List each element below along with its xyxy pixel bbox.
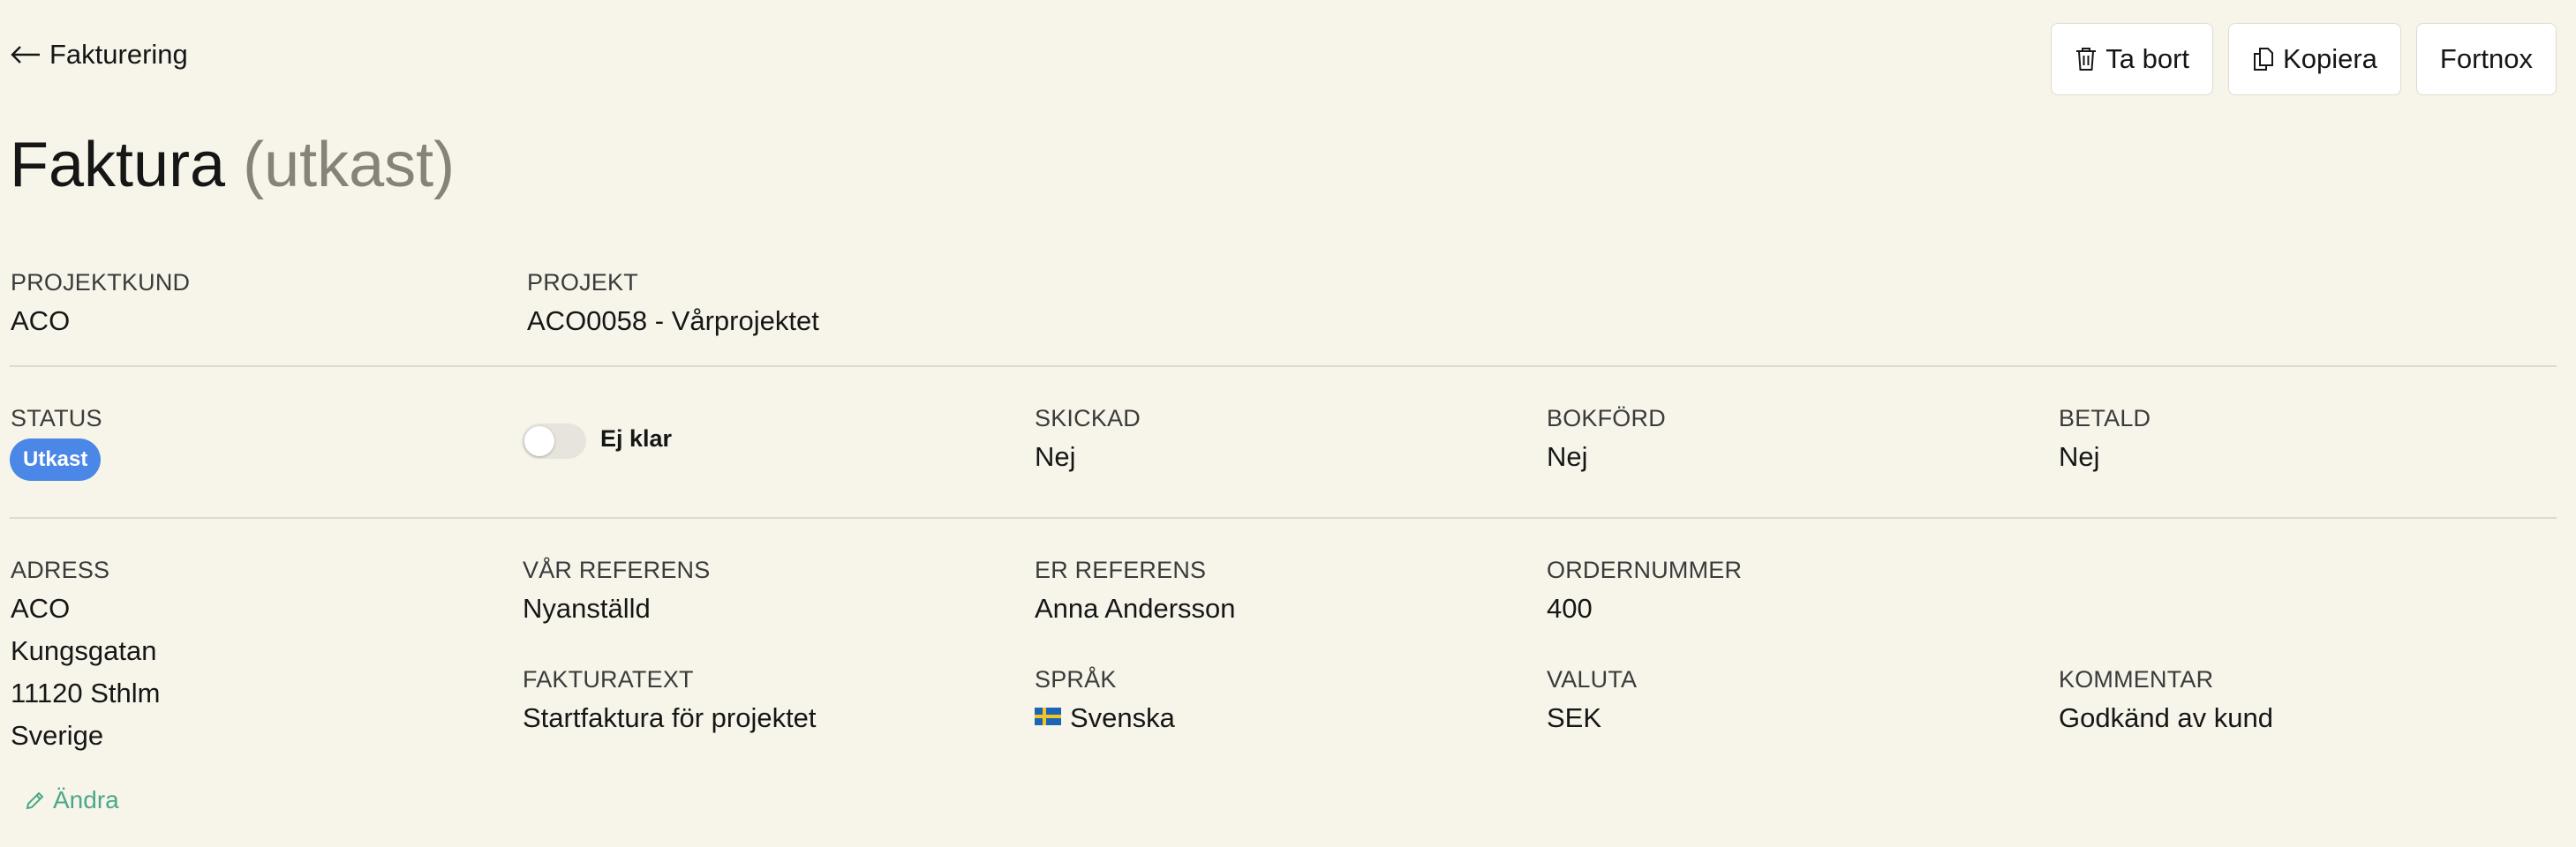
ready-toggle[interactable] <box>522 424 586 459</box>
action-toolbar: Ta bort Kopiera Fortnox <box>2051 23 2557 95</box>
invoice-page: Fakturering Ta bort Kopiera Fortnox Fakt… <box>0 0 2576 847</box>
customer-value: ACO <box>11 305 71 336</box>
page-title: Faktura (utkast) <box>10 125 455 205</box>
your-reference-value: Anna Andersson <box>1035 593 1236 624</box>
copy-button-label: Kopiera <box>2283 43 2377 74</box>
address-line: Kungsgatan <box>11 635 157 666</box>
fortnox-button[interactable]: Fortnox <box>2415 23 2557 95</box>
trash-icon <box>2075 46 2098 72</box>
edit-link[interactable]: Ändra <box>25 786 119 814</box>
order-number-label: ORDERNUMMER <box>1547 557 1743 583</box>
section-divider <box>10 517 2557 519</box>
back-link-label: Fakturering <box>49 39 188 70</box>
invoice-text-label: FAKTURATEXT <box>523 666 694 693</box>
paid-label: BETALD <box>2059 405 2151 431</box>
our-reference-value: Nyanställd <box>523 593 651 624</box>
fortnox-button-label: Fortnox <box>2439 43 2533 74</box>
language-value-text: Svenska <box>1070 702 1175 733</box>
page-title-main: Faktura <box>10 130 226 200</box>
arrow-left-icon <box>11 45 41 64</box>
comment-label: KOMMENTAR <box>2059 666 2214 693</box>
paid-value: Nej <box>2059 441 2100 472</box>
your-reference-label: ER REFERENS <box>1035 557 1207 583</box>
sweden-flag-icon <box>1035 708 1061 725</box>
order-number-value: 400 <box>1547 593 1593 624</box>
project-label: PROJEKT <box>527 269 638 296</box>
address-line: 11120 Sthlm <box>11 678 161 708</box>
language-value: Svenska <box>1035 702 1175 734</box>
sent-label: SKICKAD <box>1035 405 1141 431</box>
address-line: ACO <box>11 593 71 624</box>
section-divider <box>10 365 2557 367</box>
booked-value: Nej <box>1547 441 1588 472</box>
sent-value: Nej <box>1035 441 1076 472</box>
toggle-knob <box>524 426 554 456</box>
our-reference-label: VÅR REFERENS <box>523 557 711 583</box>
copy-button[interactable]: Kopiera <box>2228 23 2401 95</box>
currency-value: SEK <box>1547 702 1602 733</box>
invoice-text-value: Startfaktura för projektet <box>523 702 817 733</box>
currency-label: VALUTA <box>1547 666 1638 693</box>
address-label: ADRESS <box>11 557 110 583</box>
page-title-status: (utkast) <box>243 130 456 200</box>
status-label: STATUS <box>11 405 102 431</box>
customer-label: PROJEKTKUND <box>11 269 191 296</box>
edit-link-label: Ändra <box>53 786 119 813</box>
project-value: ACO0058 - Vårprojektet <box>527 305 819 336</box>
back-link-fakturering[interactable]: Fakturering <box>11 39 188 71</box>
delete-button-label: Ta bort <box>2105 43 2190 74</box>
copy-icon <box>2252 46 2275 72</box>
comment-value: Godkänd av kund <box>2059 702 2274 733</box>
pencil-icon <box>25 790 46 811</box>
language-label: SPRÅK <box>1035 666 1117 693</box>
delete-button[interactable]: Ta bort <box>2051 23 2214 95</box>
status-badge: Utkast <box>10 438 102 481</box>
ready-toggle-label: Ej klar <box>600 425 673 452</box>
booked-label: BOKFÖRD <box>1547 405 1666 431</box>
address-line: Sverige <box>11 720 104 751</box>
